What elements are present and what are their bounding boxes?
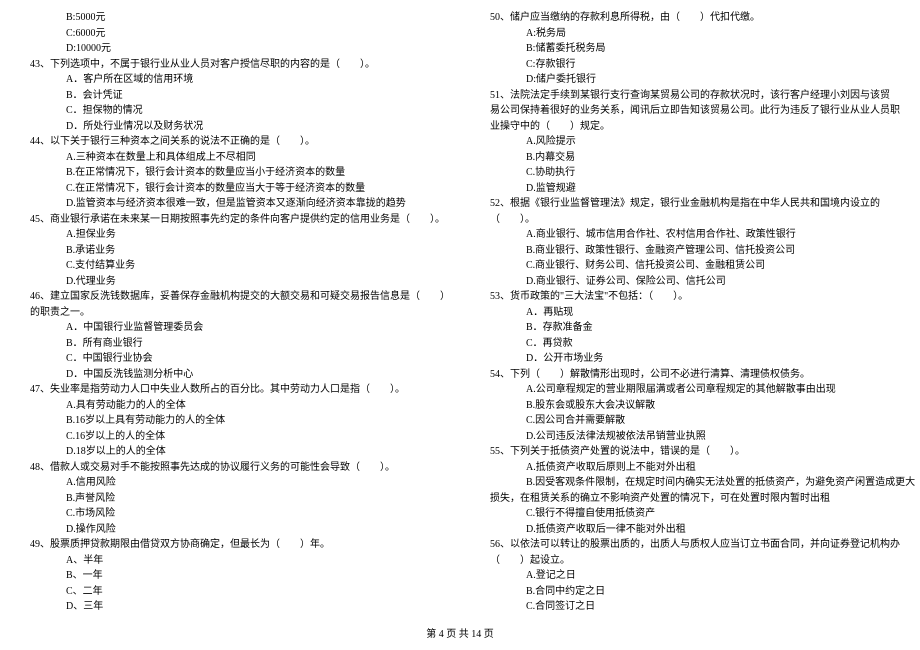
option-line: C:6000元	[30, 26, 450, 42]
two-column-layout: B:5000元C:6000元D:10000元43、下列选项中，不属于银行业从业人…	[0, 0, 920, 619]
cont-line: 易公司保持着很好的业务关系，闻讯后立即告知该贸易公司。此行为违反了银行业从业人员…	[490, 103, 915, 119]
option-line: C．担保物的情况	[30, 103, 450, 119]
option-line: D.抵债资产收取后一律不能对外出租	[490, 522, 915, 538]
question-line: 46、建立国家反洗钱数据库，妥善保存金融机构提交的大额交易和可疑交易报告信息是（…	[30, 289, 450, 305]
option-line: A.抵债资产收取后原则上不能对外出租	[490, 460, 915, 476]
option-line: B．存款准备金	[490, 320, 915, 336]
option-line: A．客户所在区域的信用环境	[30, 72, 450, 88]
option-line: A.登记之日	[490, 568, 915, 584]
question-line: 43、下列选项中，不属于银行业从业人员对客户授信尽职的内容的是（ ）。	[30, 57, 450, 73]
option-line: B.声誉风险	[30, 491, 450, 507]
option-line: D.操作风险	[30, 522, 450, 538]
option-line: C.市场风险	[30, 506, 450, 522]
left-column: B:5000元C:6000元D:10000元43、下列选项中，不属于银行业从业人…	[30, 10, 450, 619]
option-line: A．再贴现	[490, 305, 915, 321]
option-line: C.协助执行	[490, 165, 915, 181]
option-line: C.合同签订之日	[490, 599, 915, 615]
option-line: B:储蓄委托税务局	[490, 41, 915, 57]
option-line: B．会计凭证	[30, 88, 450, 104]
cont-line: 的职责之一。	[30, 305, 450, 321]
question-line: 52、根据《银行业监督管理法》规定，银行业金融机构是指在中华人民共和国境内设立的	[490, 196, 915, 212]
option-line: C:存款银行	[490, 57, 915, 73]
question-line: 56、以依法可以转让的股票出质的，出质人与质权人应当订立书面合同，并向证券登记机…	[490, 537, 915, 553]
option-line: A．中国银行业监督管理委员会	[30, 320, 450, 336]
option-line: D.监管规避	[490, 181, 915, 197]
option-line: B.因受客观条件限制，在规定时间内确实无法处置的抵债资产，为避免资产闲置造成更大	[490, 475, 915, 491]
option-line: A.三种资本在数量上和具体组成上不尽相同	[30, 150, 450, 166]
option-line: A.具有劳动能力的人的全体	[30, 398, 450, 414]
option-line: D:储户委托银行	[490, 72, 915, 88]
question-line: 44、以下关于银行三种资本之间关系的说法不正确的是（ ）。	[30, 134, 450, 150]
option-line: A、半年	[30, 553, 450, 569]
option-line: D．中国反洗钱监测分析中心	[30, 367, 450, 383]
option-line: B.合同中约定之日	[490, 584, 915, 600]
question-line: 55、下列关于抵债资产处置的说法中，错误的是（ ）。	[490, 444, 915, 460]
option-line: D．所处行业情况以及财务状况	[30, 119, 450, 135]
option-line: A.公司章程规定的营业期限届满或者公司章程规定的其他解散事由出现	[490, 382, 915, 398]
option-line: C.在正常情况下，银行会计资本的数量应当大于等于经济资本的数量	[30, 181, 450, 197]
option-line: C.因公司合并需要解散	[490, 413, 915, 429]
option-line: D.商业银行、证券公司、保险公司、信托公司	[490, 274, 915, 290]
question-line: 53、货币政策的"三大法宝"不包括：（ ）。	[490, 289, 915, 305]
cont-line: 损失，在租赁关系的确立不影响资产处置的情况下，可在处置时限内暂时出租	[490, 491, 915, 507]
question-line: 45、商业银行承诺在未来某一日期按照事先约定的条件向客户提供约定的信用业务是（ …	[30, 212, 450, 228]
option-line: A.担保业务	[30, 227, 450, 243]
option-line: B.商业银行、政策性银行、金融资产管理公司、信托投资公司	[490, 243, 915, 259]
option-line: A.信用风险	[30, 475, 450, 491]
exam-page: B:5000元C:6000元D:10000元43、下列选项中，不属于银行业从业人…	[0, 0, 920, 650]
option-line: C.银行不得擅自使用抵债资产	[490, 506, 915, 522]
option-line: D.18岁以上的人的全体	[30, 444, 450, 460]
option-line: C.商业银行、财务公司、信托投资公司、金融租赁公司	[490, 258, 915, 274]
option-line: C.支付结算业务	[30, 258, 450, 274]
option-line: B.内幕交易	[490, 150, 915, 166]
option-line: B、一年	[30, 568, 450, 584]
option-line: C、二年	[30, 584, 450, 600]
option-line: D.公司违反法律法规被依法吊销营业执照	[490, 429, 915, 445]
question-line: 49、股票质押贷款期限由借贷双方协商确定，但最长为（ ）年。	[30, 537, 450, 553]
question-line: 51、法院法定手续到某银行支行查询某贸易公司的存款状况时，该行客户经理小刘因与该…	[490, 88, 915, 104]
option-line: B:5000元	[30, 10, 450, 26]
option-line: A:税务局	[490, 26, 915, 42]
option-line: B.承诺业务	[30, 243, 450, 259]
option-line: A.商业银行、城市信用合作社、农村信用合作社、政策性银行	[490, 227, 915, 243]
question-line: 50、储户应当缴纳的存款利息所得税，由（ ）代扣代缴。	[490, 10, 915, 26]
option-line: D:10000元	[30, 41, 450, 57]
option-line: B.在正常情况下，银行会计资本的数量应当小于经济资本的数量	[30, 165, 450, 181]
cont-line: 业操守中的（ ）规定。	[490, 119, 915, 135]
question-line: 54、下列（ ）解散情形出现时，公司不必进行清算、清理债权债务。	[490, 367, 915, 383]
option-line: B.16岁以上具有劳动能力的人的全体	[30, 413, 450, 429]
page-footer: 第 4 页 共 14 页	[0, 619, 920, 650]
option-line: B．所有商业银行	[30, 336, 450, 352]
option-line: D.代理业务	[30, 274, 450, 290]
right-column: 50、储户应当缴纳的存款利息所得税，由（ ）代扣代缴。A:税务局B:储蓄委托税务…	[490, 10, 915, 619]
option-line: D．公开市场业务	[490, 351, 915, 367]
option-line: D.监管资本与经济资本很难一致，但是监管资本又逐渐向经济资本靠拢的趋势	[30, 196, 450, 212]
option-line: B.股东会或股东大会决议解散	[490, 398, 915, 414]
question-line: 47、失业率是指劳动力人口中失业人数所占的百分比。其中劳动力人口是指（ ）。	[30, 382, 450, 398]
option-line: C.16岁以上的人的全体	[30, 429, 450, 445]
cont-line: （ ）起设立。	[490, 553, 915, 569]
option-line: C．再贷款	[490, 336, 915, 352]
option-line: A.风险提示	[490, 134, 915, 150]
option-line: C．中国银行业协会	[30, 351, 450, 367]
question-line: 48、借款人或交易对手不能按照事先达成的协议履行义务的可能性会导致（ ）。	[30, 460, 450, 476]
cont-line: （ ）。	[490, 212, 915, 228]
option-line: D、三年	[30, 599, 450, 615]
